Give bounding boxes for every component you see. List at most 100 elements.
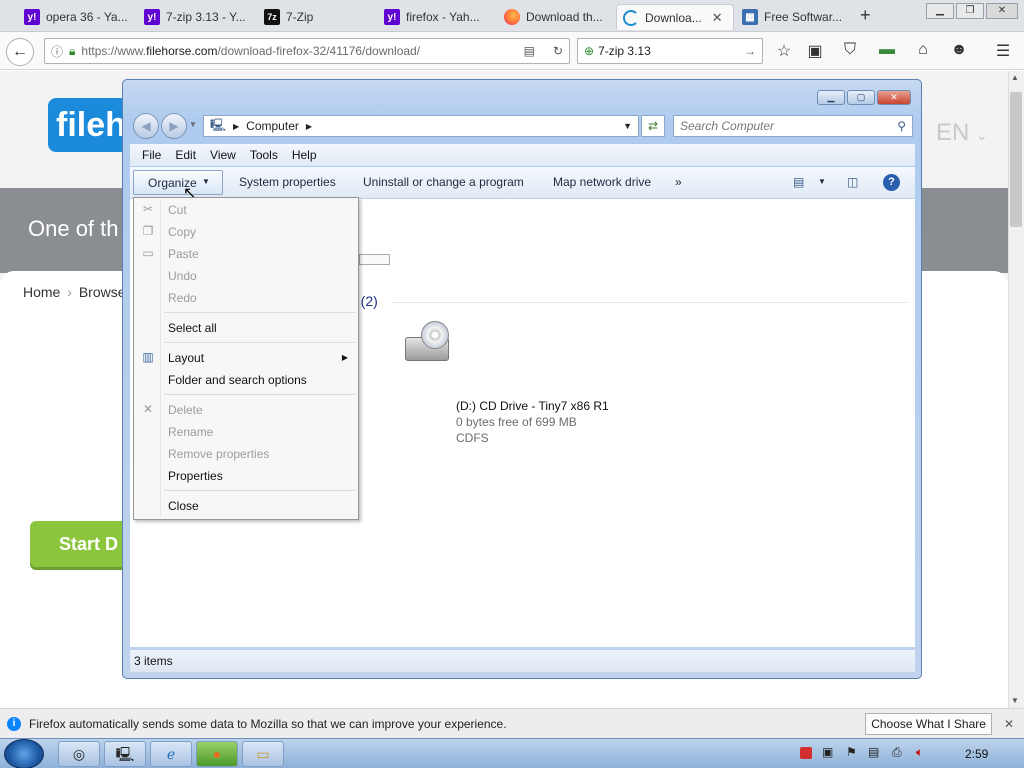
search-input[interactable]: Search Computer [680, 119, 774, 133]
chrome-taskbar-icon[interactable]: ◎ [58, 741, 100, 767]
url-bar[interactable]: ⓘ 🔒︎ https://www.filehorse.com/download-… [44, 38, 570, 64]
menu-item-layout[interactable]: ▥ Layout ▶ [134, 347, 358, 369]
scroll-down-icon[interactable]: ▼ [1011, 696, 1019, 705]
tray-app-icon[interactable]: ▣ [822, 745, 833, 759]
clock[interactable]: 2:59 [965, 747, 988, 761]
explorer-forward-button[interactable]: ▶ [161, 113, 187, 139]
addon-icon[interactable]: ▬ [876, 41, 898, 59]
search-go-icon[interactable]: → [744, 44, 756, 58]
reader-view-icon[interactable]: ▤ [524, 44, 535, 58]
action-center-flag-icon[interactable]: ⚑ [846, 745, 857, 759]
menu-item-select-all[interactable]: Select all [134, 317, 358, 339]
uninstall-program-button[interactable]: Uninstall or change a program [363, 175, 524, 189]
info-icon[interactable]: ⓘ [51, 43, 63, 60]
menu-tools[interactable]: Tools [250, 148, 278, 162]
start-download-button[interactable]: Start D [30, 521, 130, 567]
refresh-icon[interactable]: ⇄ [641, 115, 665, 137]
menu-item-label: Cut [168, 203, 187, 217]
network-tray-icon[interactable]: ⎙ [892, 745, 902, 760]
choose-what-i-share-button[interactable]: Choose What I Share [865, 712, 992, 735]
chevron-right-icon[interactable]: ▶ [233, 122, 239, 131]
scrollbar-thumb[interactable] [1010, 92, 1022, 227]
menu-item-delete[interactable]: ✕ Delete [134, 399, 358, 421]
explorer-maximize-button[interactable]: ▢ [847, 90, 875, 105]
back-button[interactable]: ← [6, 38, 34, 66]
search-input[interactable]: 7-zip 3.13 [598, 44, 740, 58]
tab-download-firefox[interactable]: Download th... [498, 4, 616, 30]
computer-taskbar-icon[interactable]: 🖳︎ [104, 741, 146, 767]
cd-drive-icon[interactable] [401, 321, 451, 365]
organize-button[interactable]: Organize ▼ [133, 170, 223, 195]
scroll-up-icon[interactable]: ▲ [1011, 73, 1019, 82]
menu-separator [164, 312, 356, 313]
volume-muted-icon[interactable]: 🔈︎ [916, 745, 923, 760]
menu-help[interactable]: Help [292, 148, 317, 162]
close-tab-icon[interactable]: ✕ [712, 10, 723, 26]
search-bar[interactable]: ⊕ 7-zip 3.13 → [577, 38, 763, 64]
tab-7zip-yahoo[interactable]: y! 7-zip 3.13 - Y... [138, 4, 256, 30]
reload-icon[interactable]: ↻ [553, 44, 563, 58]
address-computer[interactable]: Computer [246, 119, 299, 133]
pocket-icon[interactable]: ⛉ [839, 41, 861, 59]
menu-item-undo[interactable]: Undo [134, 265, 358, 287]
menu-edit[interactable]: Edit [175, 148, 196, 162]
tab-strip: y! opera 36 - Ya... y! 7-zip 3.13 - Y...… [0, 0, 1024, 32]
breadcrumb-home[interactable]: Home [23, 284, 60, 300]
firefox-taskbar-icon[interactable]: ● [196, 741, 238, 767]
explorer-search-box[interactable]: Search Computer ⚲ [673, 115, 913, 137]
menu-item-redo[interactable]: Redo [134, 287, 358, 309]
menu-item-label: Redo [168, 291, 197, 305]
chevron-right-icon[interactable]: ▶ [306, 122, 312, 131]
close-notification-icon[interactable]: ✕ [1004, 717, 1014, 731]
antivirus-tray-icon[interactable] [800, 747, 812, 759]
tab-firefox-yahoo[interactable]: y! firefox - Yah... [378, 4, 496, 30]
restore-button[interactable]: ❐ [956, 3, 984, 19]
menu-item-paste[interactable]: ▭ Paste [134, 243, 358, 265]
filehorse-logo[interactable]: fileh [48, 98, 128, 152]
bookmark-star-icon[interactable]: ☆ [773, 41, 795, 61]
explorer-address-bar[interactable]: 🖳︎ ▶ Computer ▶ ▼ [203, 115, 639, 137]
new-tab-button[interactable]: + [860, 5, 871, 26]
explorer-taskbar-icon[interactable]: ▭ [242, 741, 284, 767]
display-tray-icon[interactable]: ▤ [868, 745, 879, 759]
start-button[interactable] [4, 739, 44, 768]
menu-item-cut[interactable]: ✂ Cut [134, 199, 358, 221]
drive-name[interactable]: (D:) CD Drive - Tiny7 x86 R1 [456, 399, 609, 413]
help-icon[interactable]: ? [883, 174, 900, 191]
explorer-close-button[interactable]: ✕ [877, 90, 911, 105]
tab-opera-yahoo[interactable]: y! opera 36 - Ya... [18, 4, 136, 30]
mouse-cursor-icon: ↖ [183, 185, 197, 202]
close-button[interactable]: ✕ [986, 3, 1018, 19]
tab-free-software[interactable]: ▦ Free Softwar... [736, 4, 854, 30]
map-network-drive-button[interactable]: Map network drive [553, 175, 651, 189]
menu-item-rename[interactable]: Rename [134, 421, 358, 443]
view-dropdown-icon[interactable]: ▼ [818, 177, 826, 186]
menu-item-folder-options[interactable]: Folder and search options [134, 369, 358, 391]
ie-taskbar-icon[interactable]: ℯ [150, 741, 192, 767]
bookmarks-list-icon[interactable]: ▣ [804, 41, 826, 61]
status-item-count: 3 items [134, 654, 173, 668]
home-icon[interactable]: ⌂ [912, 41, 934, 59]
more-commands-button[interactable]: » [675, 175, 682, 189]
minimize-button[interactable]: ▁ [926, 3, 954, 19]
menu-item-properties[interactable]: Properties [134, 465, 358, 487]
recent-pages-icon[interactable]: ▼ [189, 120, 197, 129]
language-selector[interactable]: EN ⌄ [936, 119, 988, 147]
chat-icon[interactable]: ☻ [948, 41, 970, 59]
preview-pane-icon[interactable]: ◫ [847, 175, 858, 189]
search-engine-icon[interactable]: ⊕ [584, 44, 594, 58]
system-properties-button[interactable]: System properties [239, 175, 336, 189]
menu-view[interactable]: View [210, 148, 236, 162]
hamburger-menu-icon[interactable]: ☰ [992, 41, 1014, 61]
change-view-icon[interactable]: ▤ [793, 175, 804, 189]
breadcrumb-browse[interactable]: Browse [79, 284, 126, 300]
address-dropdown-icon[interactable]: ▼ [623, 121, 632, 131]
explorer-back-button[interactable]: ◀ [133, 113, 159, 139]
menu-item-close[interactable]: Close [134, 495, 358, 517]
tab-download-active[interactable]: Downloa... ✕ [616, 4, 734, 30]
menu-file[interactable]: File [142, 148, 161, 162]
explorer-minimize-button[interactable]: ▁ [817, 90, 845, 105]
menu-item-copy[interactable]: ❐ Copy [134, 221, 358, 243]
menu-item-remove-properties[interactable]: Remove properties [134, 443, 358, 465]
tab-7zip[interactable]: 7z 7-Zip [258, 4, 376, 30]
